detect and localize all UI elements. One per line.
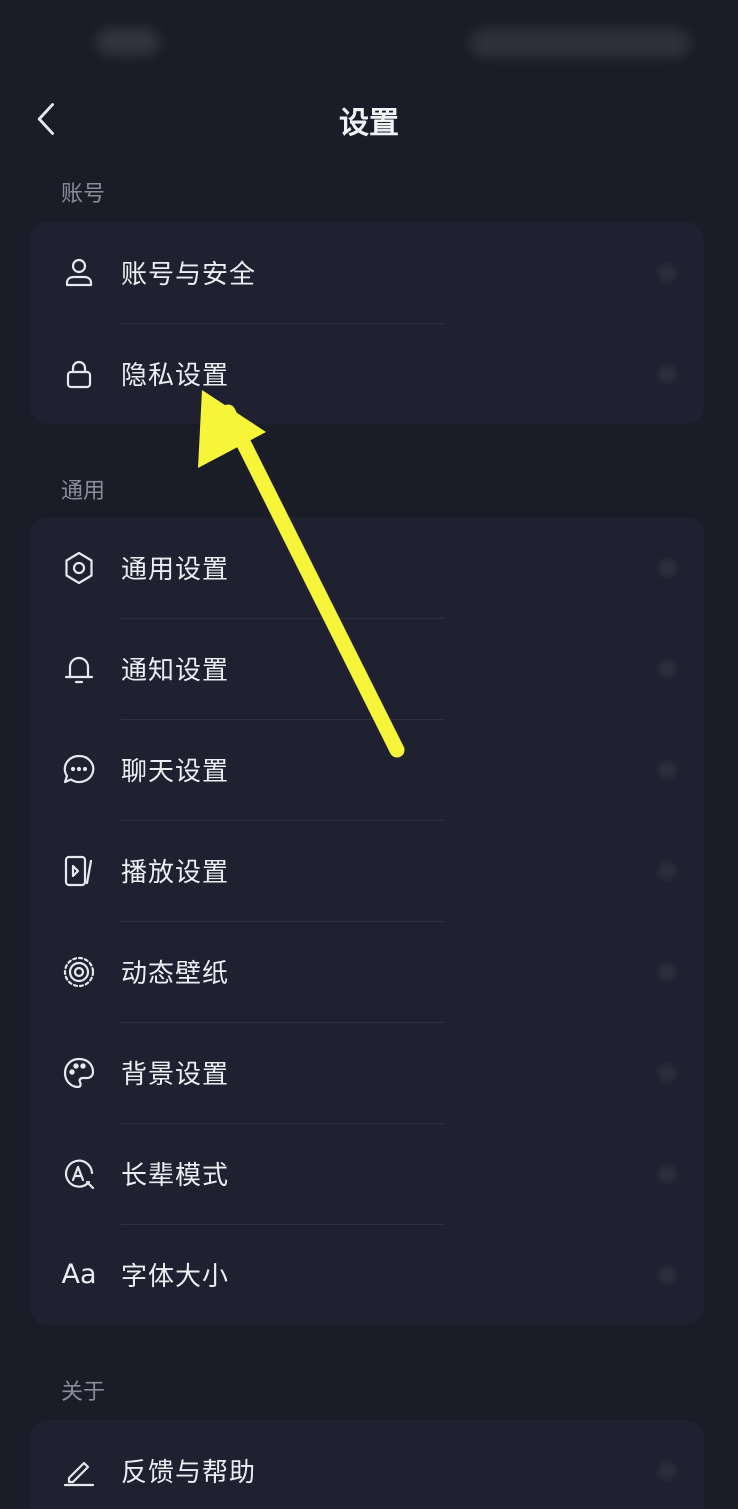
settings-item-label: 通知设置 xyxy=(121,656,230,686)
settings-item-privacy[interactable]: 隐私设置 xyxy=(30,323,704,424)
settings-item-label: 通用设置 xyxy=(121,555,230,585)
elder-mode-icon xyxy=(60,1155,98,1193)
chevron-right-icon xyxy=(658,1265,676,1284)
lock-icon xyxy=(60,355,98,393)
font-size-icon: Aa xyxy=(61,1259,97,1290)
chevron-right-icon xyxy=(658,1063,676,1082)
settings-item-font-size[interactable]: Aa 字体大小 xyxy=(30,1224,704,1325)
section-label-about: 关于 xyxy=(61,1380,106,1405)
settings-item-background[interactable]: 背景设置 xyxy=(30,1022,704,1123)
section-label-account: 账号 xyxy=(61,182,106,207)
settings-item-label: 播放设置 xyxy=(121,858,230,888)
settings-item-chat[interactable]: 聊天设置 xyxy=(30,719,704,820)
chevron-right-icon xyxy=(658,558,676,577)
chevron-right-icon xyxy=(658,861,676,880)
chevron-right-icon xyxy=(658,760,676,779)
settings-item-notification[interactable]: 通知设置 xyxy=(30,618,704,719)
settings-item-account-security[interactable]: 账号与安全 xyxy=(30,222,704,323)
chevron-right-icon xyxy=(658,364,676,383)
chevron-right-icon xyxy=(658,1164,676,1183)
account-card: 账号与安全 隐私设置 xyxy=(30,222,704,424)
settings-screen: 设置 账号 账号与安全 隐私设置 通用 通用设置 通知设置 聊天设置 播放设置 … xyxy=(0,0,738,1509)
status-indicators-blurred xyxy=(470,28,690,58)
settings-item-live-wallpaper[interactable]: 动态壁纸 xyxy=(30,921,704,1022)
settings-item-label: 隐私设置 xyxy=(121,361,230,391)
status-bar xyxy=(0,0,738,88)
page-title: 设置 xyxy=(339,106,399,141)
settings-item-general[interactable]: 通用设置 xyxy=(30,517,704,618)
general-card: 通用设置 通知设置 聊天设置 播放设置 动态壁纸 背景设置 长辈模式 Aa 字体… xyxy=(30,517,704,1325)
chevron-right-icon xyxy=(658,263,676,282)
settings-item-label: 聊天设置 xyxy=(121,757,230,787)
settings-item-playback[interactable]: 播放设置 xyxy=(30,820,704,921)
chevron-right-icon xyxy=(658,962,676,981)
status-time-blurred xyxy=(96,28,160,56)
settings-item-label: 背景设置 xyxy=(121,1060,230,1090)
settings-item-elder-mode[interactable]: 长辈模式 xyxy=(30,1123,704,1224)
chevron-right-icon xyxy=(658,659,676,678)
live-wallpaper-icon xyxy=(60,953,98,991)
play-screen-icon xyxy=(60,852,98,890)
settings-item-label: 动态壁纸 xyxy=(121,959,230,989)
bell-icon xyxy=(60,650,98,688)
header: 设置 xyxy=(0,88,738,150)
about-card: 反馈与帮助 xyxy=(30,1420,704,1509)
settings-item-label: 反馈与帮助 xyxy=(121,1458,257,1488)
settings-item-feedback-help[interactable]: 反馈与帮助 xyxy=(30,1420,704,1509)
chevron-right-icon xyxy=(658,1461,676,1480)
gear-icon xyxy=(60,549,98,587)
palette-icon xyxy=(60,1054,98,1092)
section-label-general: 通用 xyxy=(61,479,106,504)
pencil-icon xyxy=(60,1452,98,1490)
user-icon xyxy=(60,254,98,292)
chat-icon xyxy=(60,751,98,789)
settings-item-label: 长辈模式 xyxy=(121,1161,230,1191)
settings-item-label: 账号与安全 xyxy=(121,260,257,290)
settings-item-label: 字体大小 xyxy=(121,1262,230,1292)
